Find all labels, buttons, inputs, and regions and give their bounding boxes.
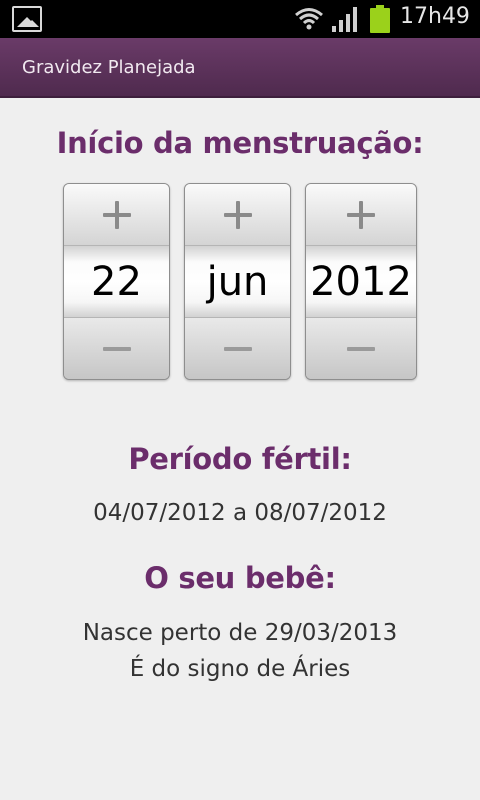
status-time: 17h49 (400, 4, 470, 29)
signal-icon (332, 7, 357, 32)
status-bar: 17h49 (0, 0, 480, 38)
birth-date-text: Nasce perto de 29/03/2013 (82, 620, 398, 646)
baby-heading: O seu bebê: (144, 561, 336, 595)
zodiac-sign-text: É do signo de Áries (129, 656, 351, 682)
month-value[interactable]: jun (185, 246, 290, 318)
year-spinner: 2012 (305, 183, 417, 380)
year-value[interactable]: 2012 (306, 246, 416, 318)
day-decrement-button[interactable] (64, 317, 169, 379)
year-increment-button[interactable] (306, 184, 416, 246)
day-spinner: 22 (63, 183, 170, 380)
month-spinner: jun (184, 183, 291, 380)
day-value[interactable]: 22 (64, 246, 169, 318)
month-decrement-button[interactable] (185, 317, 290, 379)
year-decrement-button[interactable] (306, 317, 416, 379)
wifi-icon (295, 8, 323, 30)
plus-icon (223, 200, 252, 229)
plus-icon (102, 200, 131, 229)
fertile-period-range: 04/07/2012 a 08/07/2012 (93, 500, 387, 526)
menstruation-start-heading: Início da menstruação: (56, 126, 424, 160)
app-title: Gravidez Planejada (22, 57, 196, 78)
plus-icon (347, 200, 375, 229)
gallery-icon (12, 6, 42, 32)
minus-icon (347, 346, 375, 351)
battery-icon (370, 5, 390, 33)
day-increment-button[interactable] (64, 184, 169, 246)
fertile-period-heading: Período fértil: (128, 442, 352, 476)
minus-icon (102, 346, 131, 351)
month-increment-button[interactable] (185, 184, 290, 246)
action-bar: Gravidez Planejada (0, 38, 480, 98)
minus-icon (223, 346, 252, 351)
